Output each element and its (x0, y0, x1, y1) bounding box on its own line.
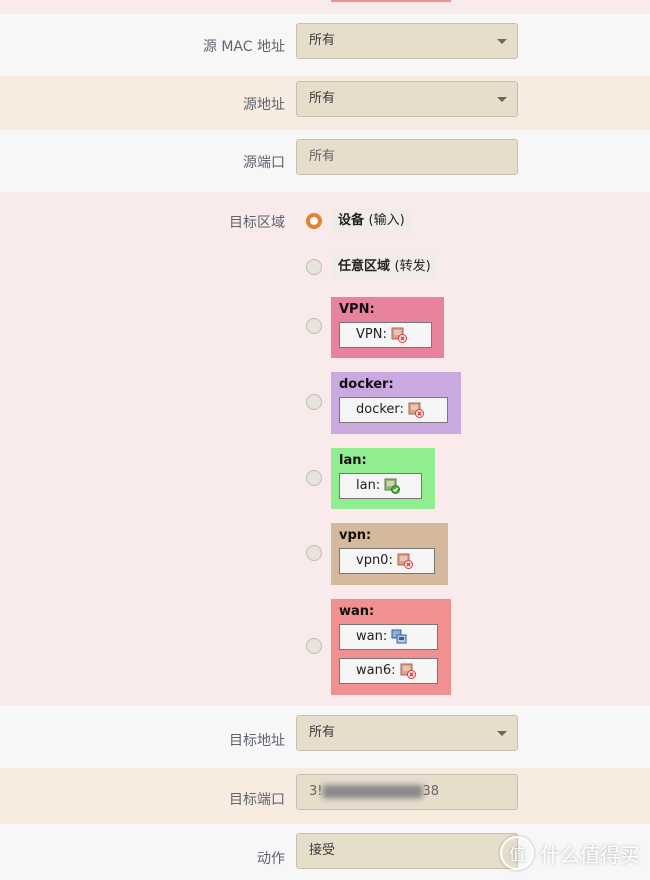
port-down-icon (397, 553, 413, 569)
device-zone-name: 设备 (338, 213, 365, 228)
dest-zone-lan-radio[interactable] (306, 470, 322, 486)
dest-zone-any-radio[interactable] (306, 259, 322, 275)
dest-zone-row: 目标区域 设备 (输入) 任意区域 (转发) VPN: VPN: docker:… (0, 192, 650, 706)
iface-name: wan6: (356, 663, 396, 678)
port-up-icon (384, 478, 401, 494)
dest-zone-device-option[interactable]: 设备 (输入) (332, 209, 411, 233)
dest-zone-label: 目标区域 (229, 215, 285, 231)
src-port-placeholder: 所有 (309, 149, 336, 164)
zone-box-lan[interactable]: lan: lan: (331, 448, 435, 509)
src-addr-label: 源地址 (243, 97, 285, 113)
src-port-row: 源端口 所有 (0, 130, 650, 192)
zone-title: docker: (339, 377, 394, 392)
src-addr-row: 源地址 所有 (0, 76, 650, 130)
src-addr-select[interactable]: 所有 (296, 81, 518, 117)
src-port-label: 源端口 (243, 155, 285, 171)
port-down-icon (400, 663, 416, 679)
partial-zone-box (331, 0, 451, 2)
src-addr-value: 所有 (309, 91, 336, 106)
dest-zone-vpn-radio[interactable] (306, 318, 322, 334)
dest-port-row: 目标端口 3!▇▇▇▇▇▇▇▇▇▇38 (0, 768, 650, 824)
dest-zone-vpn0-radio[interactable] (306, 545, 322, 561)
iface-badge: docker: (339, 397, 448, 423)
any-zone-sub: (转发) (394, 259, 431, 274)
action-label: 动作 (257, 851, 285, 867)
iface-name: VPN: (356, 327, 387, 342)
port-down-icon (391, 327, 407, 343)
dest-port-value-end: 38 (422, 784, 440, 799)
dest-port-input[interactable]: 3!▇▇▇▇▇▇▇▇▇▇38 (296, 774, 518, 810)
src-mac-value: 所有 (309, 33, 336, 48)
chevron-down-icon (497, 39, 507, 44)
chevron-down-icon (497, 97, 507, 102)
zone-title: wan: (339, 604, 375, 619)
any-zone-name: 任意区域 (338, 259, 391, 274)
port-multi-icon (391, 629, 407, 645)
iface-name: wan: (356, 629, 388, 644)
src-mac-label: 源 MAC 地址 (202, 39, 285, 55)
watermark-logo: 值 (500, 836, 534, 870)
port-down-icon (408, 402, 424, 418)
src-mac-row: 源 MAC 地址 所有 (0, 14, 650, 76)
dest-addr-select[interactable]: 所有 (296, 715, 518, 751)
zone-box-vpn[interactable]: VPN: VPN: (331, 297, 444, 358)
dest-zone-any-option[interactable]: 任意区域 (转发) (332, 255, 437, 279)
zone-title: lan: (339, 453, 367, 468)
src-mac-select[interactable]: 所有 (296, 23, 518, 59)
iface-name: vpn0: (356, 553, 393, 568)
zone-box-docker[interactable]: docker: docker: (331, 372, 461, 434)
iface-badge: vpn0: (339, 548, 435, 574)
dest-addr-row: 目标地址 所有 (0, 706, 650, 768)
dest-port-label: 目标端口 (229, 792, 285, 808)
iface-name: lan: (356, 478, 381, 493)
dest-zone-docker-radio[interactable] (306, 394, 322, 410)
src-port-input[interactable]: 所有 (296, 139, 518, 175)
chevron-down-icon (497, 731, 507, 736)
dest-port-value-redacted: ▇▇▇▇▇▇▇▇▇▇ (322, 784, 423, 799)
dest-addr-value: 所有 (309, 725, 336, 740)
iface-badge: VPN: (339, 322, 432, 348)
dest-zone-wan-radio[interactable] (306, 638, 322, 654)
top-partial-row (0, 0, 650, 14)
iface-badge: wan6: (339, 658, 438, 684)
action-value: 接受 (309, 843, 336, 858)
watermark: 值 什么值得买 (500, 836, 640, 870)
zone-title: VPN: (339, 302, 375, 317)
dest-zone-device-radio[interactable] (306, 213, 322, 229)
iface-badge: wan: (339, 624, 438, 650)
zone-box-wan[interactable]: wan: wan: wan6: (331, 599, 451, 695)
iface-name: docker: (356, 402, 404, 417)
action-select[interactable]: 接受 (296, 833, 518, 869)
zone-box-vpn0[interactable]: vpn: vpn0: (331, 523, 448, 585)
zone-title: vpn: (339, 528, 372, 543)
dest-addr-label: 目标地址 (229, 733, 285, 749)
dest-port-value-start: 3! (309, 784, 323, 799)
device-zone-sub: (输入) (368, 213, 405, 228)
iface-badge: lan: (339, 473, 422, 499)
watermark-text: 什么值得买 (540, 842, 640, 867)
